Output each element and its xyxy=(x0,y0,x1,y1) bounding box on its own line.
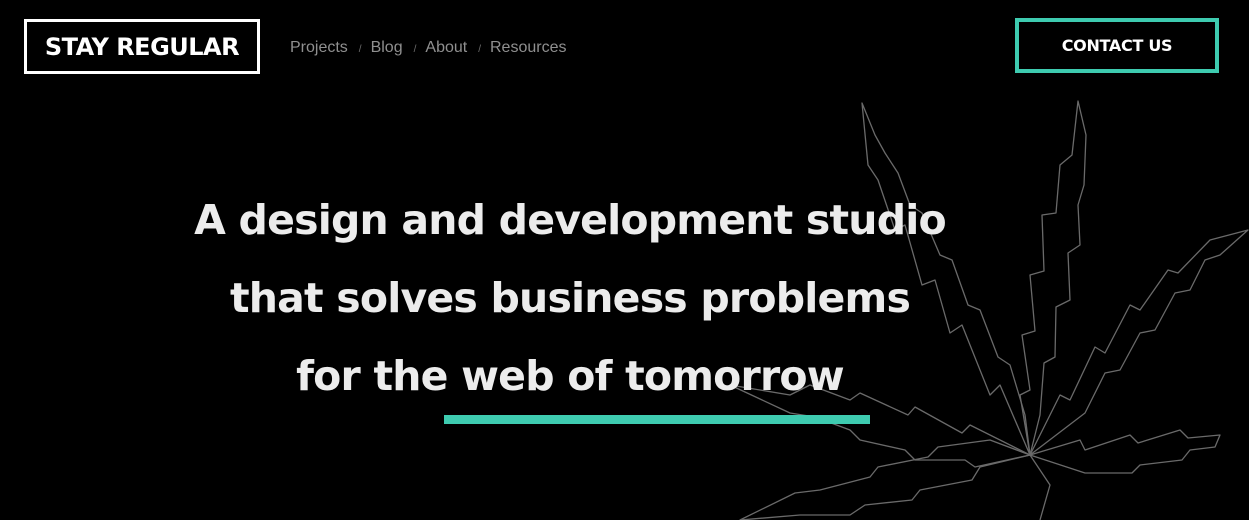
nav-separator: / xyxy=(478,44,481,55)
nav-link-about[interactable]: About xyxy=(425,39,467,57)
nav-link-projects[interactable]: Projects xyxy=(290,39,348,57)
nav-link-resources[interactable]: Resources xyxy=(490,39,566,57)
logo[interactable]: STAY REGULAR xyxy=(24,19,260,74)
main-nav: Projects / Blog / About / Resources xyxy=(290,39,566,57)
nav-link-blog[interactable]: Blog xyxy=(371,39,403,57)
nav-separator: / xyxy=(413,44,417,55)
hero-headline-line-3: for the web of tomorrow xyxy=(296,352,845,400)
contact-us-button[interactable]: CONTACT US xyxy=(1015,18,1219,73)
hero-headline: A design and development studio that sol… xyxy=(120,190,1020,424)
headline-accent-underline xyxy=(444,415,870,424)
hero-headline-line-2: that solves business problems xyxy=(229,274,911,322)
hero-headline-line-1: A design and development studio xyxy=(194,196,947,244)
nav-separator: / xyxy=(358,44,362,55)
